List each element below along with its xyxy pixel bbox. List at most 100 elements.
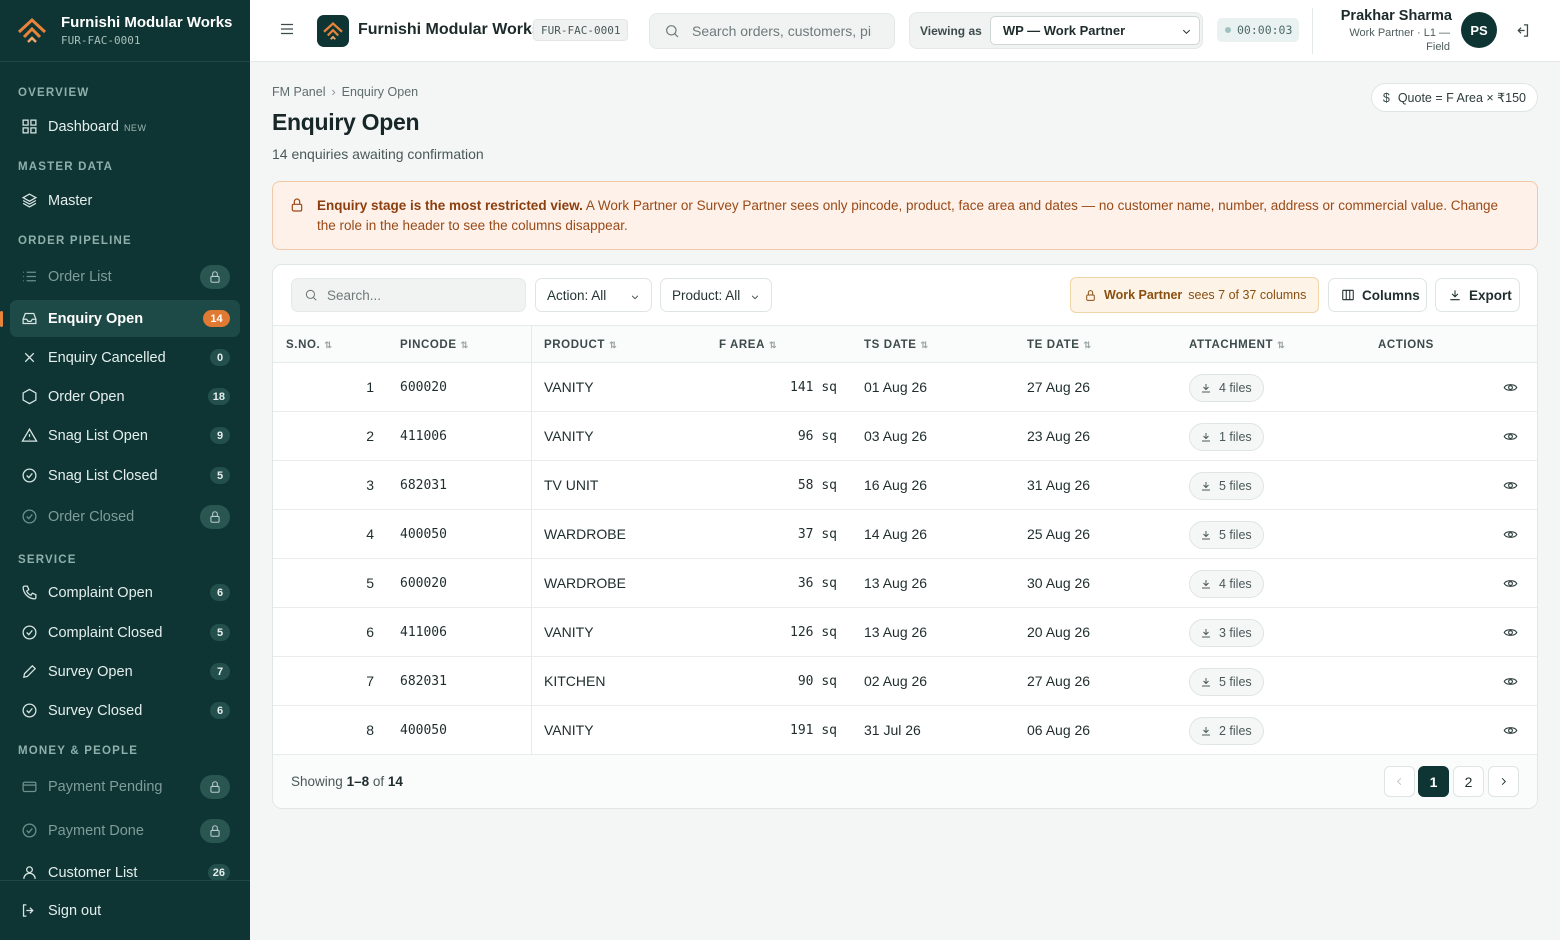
sort-icon: ⇅ [324,340,333,350]
attachment-button[interactable]: 5 files [1189,521,1264,549]
view-eye-icon[interactable] [1503,723,1519,739]
cell-pincode: 411006 [400,625,447,640]
sidebar-item-snag-list-closed[interactable]: Snag List Closed 5 [10,457,240,494]
sidebar-item-complaint-closed[interactable]: Complaint Closed 5 [10,614,240,651]
table-row[interactable]: 7 682031 KITCHEN 90 sq 02 Aug 26 27 Aug 26 5 f… [273,657,1537,706]
sidebar-item-snag-list-open[interactable]: Snag List Open 9 [10,417,240,454]
columns-button[interactable]: Columns [1328,278,1427,312]
sidebar-item-survey-closed[interactable]: Survey Closed 6 [10,692,240,729]
column-header-actions: ACTIONS [1378,339,1434,351]
cell-te-date: 20 Aug 26 [1027,624,1091,640]
cell-ts-date: 14 Aug 26 [864,526,928,542]
sidebar-item-complaint-open[interactable]: Complaint Open 6 [10,574,240,611]
cell-pincode: 682031 [400,674,447,689]
cell-f-area: 90 sq [797,674,837,689]
page-button[interactable]: 2 [1453,766,1484,797]
table-row[interactable]: 1 600020 VANITY 141 sq 01 Aug 26 27 Aug 26 4 f… [273,363,1537,412]
column-header-attachment[interactable]: ATTACHMENT ⇅ [1189,339,1285,351]
attachment-button[interactable]: 1 files [1189,423,1264,451]
table-row[interactable]: 4 400050 WARDROBE 37 sq 14 Aug 26 25 Aug 26 5 … [273,510,1537,559]
columns-label: Columns [1362,287,1420,303]
chevron-left-icon [1397,777,1402,786]
sidebar-item-order-open[interactable]: Order Open 18 [10,378,240,415]
sidebar-item-order-list[interactable]: Order List [10,258,240,295]
sidebar-item-payment-done[interactable]: Payment Done [10,812,240,849]
table-search-input[interactable] [327,287,507,303]
sidebar-item-survey-open[interactable]: Survey Open 7 [10,653,240,690]
sidebar-item-master[interactable]: Master [10,182,240,219]
chevron-right-icon [1501,777,1506,786]
table-row[interactable]: 2 411006 VANITY 96 sq 03 Aug 26 23 Aug 26 1 fi… [273,412,1537,461]
global-search-input[interactable] [692,23,872,39]
status-dot [1225,27,1231,33]
brand-logo-icon [17,17,47,43]
sidebar-item-payment-pending[interactable]: Payment Pending [10,768,240,805]
next-page-button[interactable] [1488,766,1519,797]
action-filter-dropdown[interactable]: Action: All [535,278,652,312]
column-header-te-date[interactable]: TE DATE ⇅ [1027,339,1092,351]
count-badge: 14 [203,310,230,327]
cell-f-area: 126 sq [790,625,837,640]
table-search[interactable] [291,278,526,312]
page-button[interactable]: 1 [1418,766,1449,797]
prev-page-button[interactable] [1384,766,1415,797]
attachment-button[interactable]: 2 files [1189,717,1264,745]
logout-icon[interactable] [1514,22,1532,40]
cell-sno: 8 [366,722,374,738]
avatar[interactable]: PS [1461,12,1497,48]
attachment-button[interactable]: 4 files [1189,570,1264,598]
global-search[interactable] [649,13,895,49]
count-badge: 26 [207,864,230,880]
count-badge: 0 [210,349,230,366]
check-circle-icon [20,624,38,642]
product-filter-dropdown[interactable]: Product: All [660,278,772,312]
table-row[interactable]: 5 600020 WARDROBE 36 sq 13 Aug 26 30 Aug 26 4 … [273,559,1537,608]
column-header-f-area[interactable]: F AREA ⇅ [719,339,777,351]
view-eye-icon[interactable] [1503,478,1519,494]
table-row[interactable]: 8 400050 VANITY 191 sq 31 Jul 26 06 Aug 26 2 f… [273,706,1537,755]
column-header-pincode[interactable]: PINCODE ⇅ [400,339,469,351]
column-header-label: S.NO. [286,339,321,351]
view-eye-icon[interactable] [1503,576,1519,592]
menu-icon[interactable] [278,20,298,40]
attachment-button[interactable]: 5 files [1189,668,1264,696]
layers-icon [20,192,38,210]
cell-pincode: 682031 [400,478,447,493]
column-header-product[interactable]: PRODUCT ⇅ [544,339,617,351]
brand-code: FUR-FAC-0001 [61,34,141,47]
view-eye-icon[interactable] [1503,429,1519,445]
sidebar: Furnishi Modular Works FUR-FAC-0001 OVER… [0,0,250,940]
section-overview: OVERVIEW [18,87,90,99]
view-eye-icon[interactable] [1503,527,1519,543]
brand[interactable]: Furnishi Modular Works FUR-FAC-0001 [0,0,250,62]
table-row[interactable]: 3 682031 TV UNIT 58 sq 16 Aug 26 31 Aug 26 5 f… [273,461,1537,510]
cell-pincode: 600020 [400,576,447,591]
sidebar-item-dashboard[interactable]: Dashboard NEW [10,108,240,145]
sidebar-item-enquiry-cancelled[interactable]: Enquiry Cancelled 0 [10,339,240,376]
attachment-button[interactable]: 3 files [1189,619,1264,647]
column-header-sno[interactable]: S.NO. ⇅ [286,339,332,351]
view-eye-icon[interactable] [1503,625,1519,641]
breadcrumb-link[interactable]: FM Panel [272,85,326,99]
header-logo-icon[interactable] [317,15,349,47]
table-row[interactable]: 6 411006 VANITY 126 sq 13 Aug 26 20 Aug 26 3 f… [273,608,1537,657]
attachment-button[interactable]: 4 files [1189,374,1264,402]
cell-pincode: 400050 [400,723,447,738]
lock-icon [1086,289,1095,301]
cell-te-date: 27 Aug 26 [1027,379,1091,395]
sidebar-item-customer-list[interactable]: Customer List 26 [10,854,240,880]
role-select[interactable]: WP — Work Partner [989,16,1200,45]
count-badge: 9 [210,427,230,444]
export-button[interactable]: Export [1435,278,1520,312]
column-header-ts-date[interactable]: TS DATE ⇅ [864,339,929,351]
sort-icon: ⇅ [609,340,618,350]
sign-out-button[interactable]: Sign out [0,880,250,940]
sidebar-item-enquiry-open[interactable]: Enquiry Open 14 [0,300,240,337]
attachment-button[interactable]: 5 files [1189,472,1264,500]
alert-triangle-icon [20,427,38,445]
view-eye-icon[interactable] [1503,674,1519,690]
sidebar-item-order-closed[interactable]: Order Closed [10,498,240,535]
view-eye-icon[interactable] [1503,380,1519,396]
role-select-value: WP — Work Partner [1002,23,1126,38]
cell-f-area: 58 sq [797,478,837,493]
